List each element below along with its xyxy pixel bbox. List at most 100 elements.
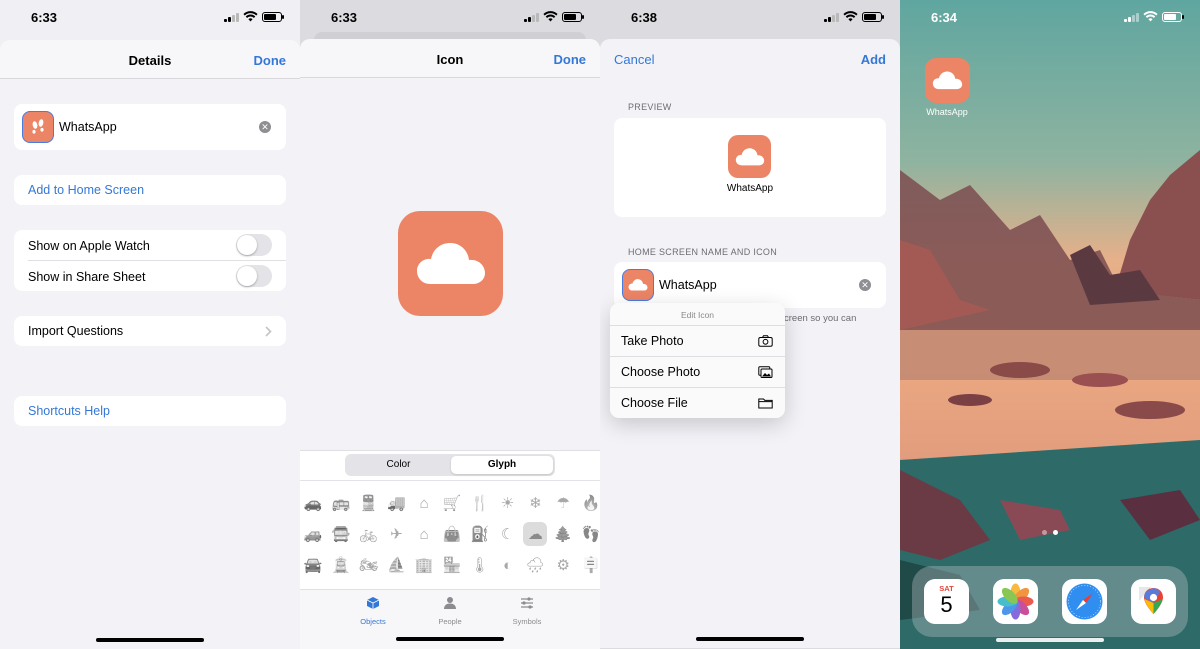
tree-icon[interactable]: 🌲 — [551, 522, 575, 546]
car-icon[interactable]: 🚗 — [301, 491, 325, 515]
tab-symbols[interactable]: Symbols — [507, 596, 547, 626]
home-app-whatsapp[interactable]: WhatsApp — [922, 58, 972, 117]
maps-icon[interactable] — [1131, 579, 1176, 624]
segment-glyph[interactable]: Glyph — [451, 456, 553, 474]
glyph-picker: Color Glyph 🚗 🚌 🚆 🚚 ⌂ 🛒 🍴 ☀ ❄ ☂ 🔥 🚙 🚍 🚲 ✈ ⌂ 👜 ⛽ ☾ ☁ 🌲 👣 🚘 🚊 🏍 ⛵ 🏢 🏪… — [300, 450, 600, 649]
status-time: 6:34 — [931, 10, 958, 25]
add-to-home-screen-link[interactable]: Add to Home Screen — [28, 183, 144, 197]
footprints-icon — [32, 119, 44, 134]
clear-text-icon[interactable]: ✕ — [259, 121, 271, 133]
name-icon-card[interactable]: WhatsApp ✕ — [614, 262, 886, 308]
show-on-watch-toggle[interactable] — [236, 234, 272, 256]
building-icon[interactable]: ⌂ — [412, 522, 436, 546]
wifi-icon — [1143, 11, 1158, 22]
moon-circle-icon[interactable]: ◐ — [496, 553, 520, 577]
train-icon[interactable]: 🚆 — [357, 491, 381, 515]
signal-icon — [1124, 12, 1139, 22]
home-name-input[interactable]: WhatsApp — [659, 278, 717, 292]
shortcut-icon-button[interactable] — [23, 112, 53, 142]
bag-icon[interactable]: 👜 — [440, 522, 464, 546]
name-icon-header: HOME SCREEN NAME AND ICON — [628, 247, 778, 257]
show-in-share-label: Show in Share Sheet — [28, 270, 146, 284]
fuel-icon[interactable]: ⛽ — [468, 522, 492, 546]
sliders-icon — [521, 597, 533, 609]
flame-icon[interactable]: 🔥 — [579, 491, 600, 515]
bus-side-icon[interactable]: 🚍 — [329, 522, 353, 546]
car-side-icon[interactable]: 🚙 — [301, 522, 325, 546]
home-app-icon[interactable] — [924, 58, 970, 103]
shortcuts-help-link[interactable]: Shortcuts Help — [28, 404, 110, 418]
truck-icon[interactable]: 🚚 — [384, 491, 408, 515]
shortcuts-help-card[interactable]: Shortcuts Help — [14, 396, 286, 426]
cancel-button[interactable]: Cancel — [614, 52, 654, 67]
calendar-icon[interactable]: SAT 5 — [924, 579, 969, 624]
bicycle-icon[interactable]: 🚲 — [357, 522, 381, 546]
tab-objects[interactable]: Objects — [355, 596, 391, 626]
cloud-icon[interactable]: ☁ — [523, 522, 548, 546]
page-dots[interactable] — [1042, 530, 1058, 535]
airplane-icon[interactable]: ✈ — [384, 522, 408, 546]
row-divider — [28, 260, 286, 261]
show-in-share-toggle[interactable] — [236, 265, 272, 287]
name-field-card[interactable]: WhatsApp ✕ — [14, 104, 286, 150]
import-questions-row[interactable]: Import Questions — [14, 316, 286, 346]
house-icon[interactable]: ⌂ — [412, 491, 436, 515]
car-front-icon[interactable]: 🚘 — [301, 553, 325, 577]
take-photo-label: Take Photo — [621, 334, 684, 348]
edit-icon-menu: Edit Icon Take Photo Choose Photo Choose… — [610, 303, 785, 418]
wifi-icon — [843, 11, 858, 22]
calendar-date: 5 — [940, 592, 953, 617]
details-sheet: Details Done WhatsApp ✕ Add to Home Scre… — [0, 40, 300, 649]
add-button[interactable]: Add — [861, 52, 886, 67]
choose-photo-item[interactable]: Choose Photo — [610, 356, 785, 387]
utensils-icon[interactable]: 🍴 — [468, 491, 492, 515]
shortcut-name-input[interactable]: WhatsApp — [59, 120, 117, 134]
choose-file-item[interactable]: Choose File — [610, 387, 785, 418]
icon-preview — [398, 211, 503, 316]
moon-icon[interactable]: ☾ — [496, 522, 520, 546]
show-on-watch-label: Show on Apple Watch — [28, 239, 150, 253]
divider — [300, 480, 600, 481]
icon-screen: 6:33 Icon Done Color Glyph 🚗 🚌 🚆 🚚 ⌂ 🛒 🍴 ☀ ❄ ☂ 🔥 🚙 🚍… — [300, 0, 600, 649]
person-icon — [444, 597, 456, 609]
done-button[interactable]: Done — [554, 52, 587, 67]
thermometer-icon[interactable]: 🌡 — [468, 553, 492, 577]
done-button[interactable]: Done — [254, 53, 287, 68]
footprints-icon[interactable]: 👣 — [579, 522, 600, 546]
icon-sheet: Icon Done Color Glyph 🚗 🚌 🚆 🚚 ⌂ 🛒 🍴 ☀ ❄ ☂ 🔥 🚙 🚍 🚲 ✈ ⌂ 👜 ⛽… — [300, 39, 600, 649]
edit-icon-button[interactable] — [623, 270, 653, 300]
safari-icon[interactable] — [1062, 579, 1107, 624]
photos-icon[interactable] — [993, 579, 1038, 624]
rain-icon[interactable]: 🌧 — [523, 553, 547, 577]
sailboat-icon[interactable]: ⛵ — [384, 553, 408, 577]
add-to-home-card[interactable]: Add to Home Screen — [14, 175, 286, 205]
tram-icon[interactable]: 🚊 — [329, 553, 353, 577]
segment-color[interactable]: Color — [347, 456, 450, 474]
sign-icon[interactable]: 🪧 — [579, 553, 600, 577]
color-glyph-segmented-control: Color Glyph — [345, 454, 555, 476]
bus-icon[interactable]: 🚌 — [329, 491, 353, 515]
snowflake-icon[interactable]: ❄ — [523, 491, 547, 515]
office-icon[interactable]: 🏢 — [412, 553, 436, 577]
status-bar: 6:33 — [300, 0, 600, 32]
cloud-icon — [735, 147, 764, 165]
tab-people[interactable]: People — [432, 596, 468, 626]
battery-icon — [1162, 11, 1184, 22]
motorcycle-icon[interactable]: 🏍 — [357, 553, 381, 577]
sun-icon[interactable]: ☀ — [496, 491, 520, 515]
tab-objects-label: Objects — [360, 617, 386, 626]
status-bar: 6:33 — [0, 0, 300, 32]
choose-photo-label: Choose Photo — [621, 365, 701, 379]
cloud-icon — [628, 279, 648, 291]
nav-bar: Icon Done — [300, 39, 600, 78]
gear-icon[interactable]: ⚙ — [551, 553, 575, 577]
clear-text-icon[interactable]: ✕ — [859, 279, 871, 291]
status-time: 6:33 — [31, 10, 58, 25]
nav-bar: Details Done — [0, 40, 300, 79]
umbrella-icon[interactable]: ☂ — [551, 491, 575, 515]
home-indicator — [996, 638, 1104, 642]
cloud-icon — [932, 71, 962, 90]
take-photo-item[interactable]: Take Photo — [610, 325, 785, 356]
store-icon[interactable]: 🏪 — [440, 553, 464, 577]
cart-icon[interactable]: 🛒 — [440, 491, 464, 515]
